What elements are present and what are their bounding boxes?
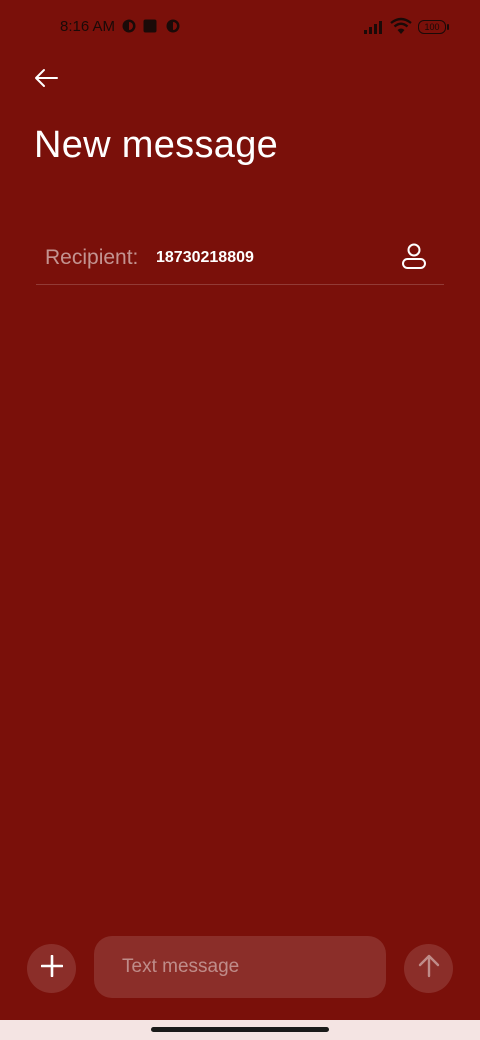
navigation-bar [0, 1020, 480, 1040]
arrow-up-icon [418, 954, 440, 983]
notification-icon [166, 19, 180, 38]
battery-icon: 100 [418, 20, 449, 34]
person-icon [401, 242, 427, 275]
square-icon [143, 19, 157, 38]
composer-bar [0, 930, 480, 1006]
back-button[interactable] [22, 56, 70, 104]
notification-icon [122, 19, 136, 38]
home-indicator[interactable] [151, 1027, 329, 1032]
plus-icon [40, 954, 63, 982]
battery-level: 100 [424, 22, 440, 32]
status-bar: 8:16 AM 100 [0, 0, 480, 56]
message-input[interactable] [94, 936, 386, 998]
send-button[interactable] [404, 944, 453, 993]
wifi-icon [390, 17, 412, 40]
recipient-field[interactable]: Recipient: 18730218809 [36, 230, 444, 285]
arrow-left-icon [33, 68, 59, 93]
status-time: 8:16 AM [60, 18, 116, 35]
recipient-value[interactable]: 18730218809 [156, 249, 254, 267]
page-title: New message [34, 124, 279, 166]
attach-button[interactable] [27, 944, 76, 993]
contact-picker-button[interactable] [390, 236, 438, 280]
recipient-label: Recipient: [45, 246, 139, 269]
signal-icon [364, 20, 386, 39]
